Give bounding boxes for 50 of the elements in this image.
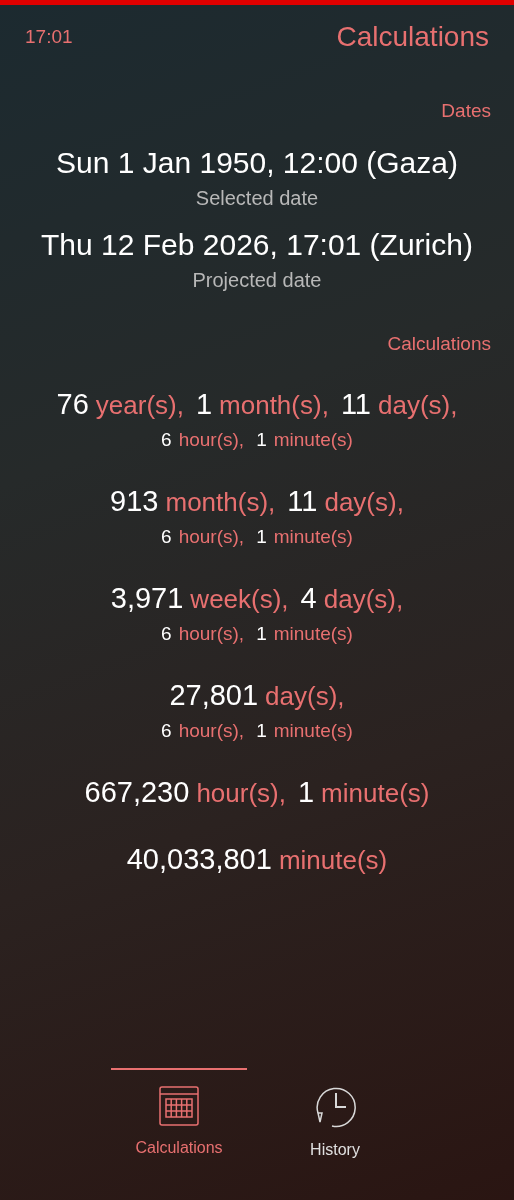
- unit-label: hour(s),: [178, 525, 245, 549]
- unit-label: month(s),: [219, 389, 329, 422]
- unit-label: minute(s): [273, 525, 353, 549]
- unit-label: minute(s): [273, 719, 353, 743]
- history-icon: [314, 1086, 356, 1128]
- date-label: Selected date: [195, 185, 319, 211]
- unit-label: day(s),: [323, 583, 404, 616]
- number-value: 6: [161, 428, 172, 452]
- section-header: Calculations: [387, 331, 491, 356]
- number-value: 27,801: [169, 678, 259, 713]
- unit-label: minute(s): [321, 777, 430, 810]
- unit-label: day(s),: [378, 389, 458, 422]
- unit-label: hour(s),: [178, 719, 245, 743]
- unit-label: hour(s),: [178, 428, 245, 452]
- number-value: 1: [256, 525, 267, 549]
- calendar-icon: [159, 1086, 199, 1126]
- status-time: 17:01: [25, 24, 73, 49]
- number-value: 667,230: [84, 775, 190, 810]
- number-value: 6: [161, 719, 172, 743]
- unit-label: day(s),: [265, 680, 345, 713]
- number-value: 4: [300, 581, 317, 616]
- page-title: Calculations: [336, 20, 489, 54]
- unit-label: week(s),: [190, 583, 289, 616]
- unit-label: month(s),: [165, 486, 276, 519]
- unit-label: minute(s): [273, 428, 353, 452]
- tab[interactable]: History: [267, 1068, 403, 1162]
- unit-label: day(s),: [324, 486, 404, 519]
- tab[interactable]: Calculations: [111, 1068, 247, 1162]
- number-value: 1: [256, 719, 267, 743]
- date-value: Sun 1 Jan 1950, 12:00 (Gaza): [56, 144, 458, 181]
- date-label: Projected date: [192, 267, 322, 293]
- number-value: 1: [195, 387, 213, 422]
- unit-label: hour(s),: [196, 777, 286, 810]
- number-value: 1: [256, 428, 267, 452]
- number-value: 6: [161, 622, 172, 646]
- unit-label: minute(s): [273, 622, 353, 646]
- date-value: Thu 12 Feb 2026, 17:01 (Zurich): [41, 226, 473, 263]
- number-value: 11: [340, 387, 371, 422]
- number-value: 1: [256, 622, 267, 646]
- number-value: 40,033,801: [126, 842, 272, 877]
- number-value: 6: [161, 525, 172, 549]
- number-value: 3,971: [110, 581, 184, 616]
- unit-label: year(s),: [95, 389, 184, 422]
- number-value: 76: [56, 387, 89, 422]
- number-value: 11: [287, 484, 318, 519]
- unit-label: hour(s),: [178, 622, 245, 646]
- number-value: 1: [297, 775, 315, 810]
- number-value: 913: [110, 484, 159, 519]
- section-header: Dates: [441, 99, 491, 123]
- unit-label: minute(s): [278, 844, 388, 877]
